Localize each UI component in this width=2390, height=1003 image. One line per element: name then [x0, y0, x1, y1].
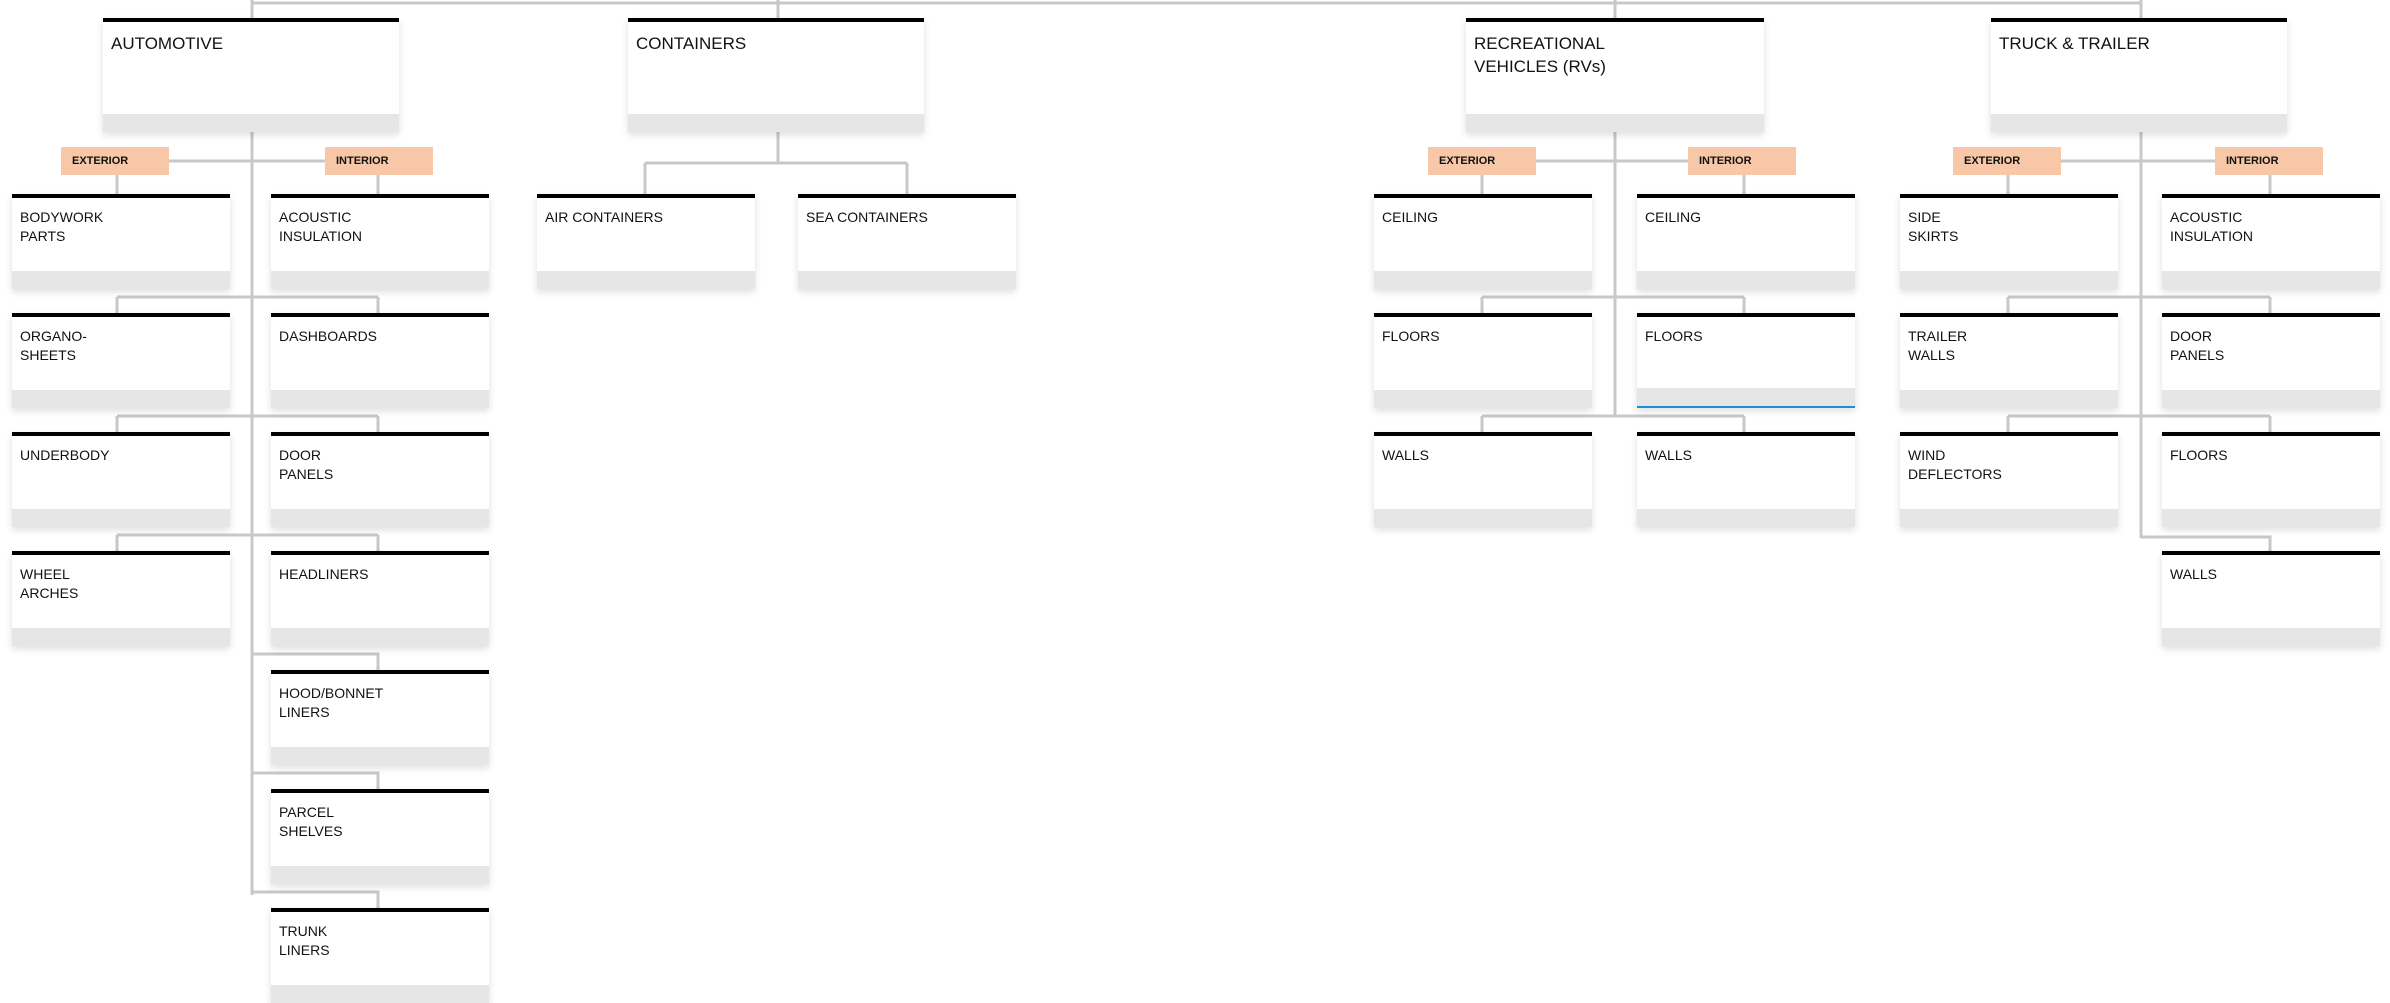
box-footer: [2162, 271, 2380, 289]
node-wind-deflectors[interactable]: WIND DEFLECTORS: [1900, 432, 2118, 527]
box-footer: [271, 985, 489, 1003]
node-rv-exterior-walls[interactable]: WALLS: [1374, 432, 1592, 527]
box-footer: [271, 271, 489, 289]
category-title: RECREATIONAL VEHICLES (RVs): [1474, 34, 1606, 76]
node-label: HOOD/BONNET LINERS: [279, 685, 384, 720]
interior-tag: INTERIOR: [325, 147, 433, 175]
node-label: WALLS: [1645, 447, 1692, 463]
box-footer: [12, 628, 230, 646]
box-footer: [271, 747, 489, 765]
box-footer: [628, 114, 924, 132]
box-footer: [271, 866, 489, 884]
box-footer: [1637, 388, 1855, 408]
node-organo-sheets[interactable]: ORGANO- SHEETS: [12, 313, 230, 408]
box-footer: [271, 509, 489, 527]
exterior-tag: EXTERIOR: [1953, 147, 2061, 175]
box-footer: [271, 390, 489, 408]
box-footer: [1991, 114, 2287, 132]
node-label: WALLS: [2170, 566, 2217, 582]
node-truck-acoustic-insulation[interactable]: ACOUSTIC INSULATION: [2162, 194, 2380, 289]
node-rv-interior-floors[interactable]: FLOORS: [1637, 313, 1855, 408]
node-truck-floors[interactable]: FLOORS: [2162, 432, 2380, 527]
node-label: DASHBOARDS: [279, 328, 378, 344]
node-label: ACOUSTIC INSULATION: [2170, 209, 2253, 244]
node-label: HEADLINERS: [279, 566, 369, 582]
box-footer: [537, 271, 755, 289]
box-footer: [12, 509, 230, 527]
box-footer: [1374, 509, 1592, 527]
node-label: FLOORS: [2170, 447, 2228, 463]
box-footer: [1374, 390, 1592, 408]
box-footer: [2162, 509, 2380, 527]
box-footer: [798, 271, 1016, 289]
category-title: TRUCK & TRAILER: [1999, 34, 2150, 53]
box-footer: [1900, 271, 2118, 289]
node-wheel-arches[interactable]: WHEEL ARCHES: [12, 551, 230, 646]
category-automotive[interactable]: AUTOMOTIVE: [103, 18, 399, 132]
node-trailer-walls[interactable]: TRAILER WALLS: [1900, 313, 2118, 408]
box-footer: [1637, 271, 1855, 289]
node-label: FLOORS: [1382, 328, 1440, 344]
exterior-tag: EXTERIOR: [61, 147, 169, 175]
node-label: TRUNK LINERS: [279, 923, 330, 958]
node-label: UNDERBODY: [20, 447, 110, 463]
node-label: CEILING: [1645, 209, 1702, 225]
interior-tag: INTERIOR: [1688, 147, 1796, 175]
category-recreational-vehicles[interactable]: RECREATIONAL VEHICLES (RVs): [1466, 18, 1764, 132]
node-acoustic-insulation[interactable]: ACOUSTIC INSULATION: [271, 194, 489, 289]
node-label: ORGANO- SHEETS: [20, 328, 87, 363]
node-rv-exterior-ceiling[interactable]: CEILING: [1374, 194, 1592, 289]
node-hood-bonnet-liners[interactable]: HOOD/BONNET LINERS: [271, 670, 489, 765]
node-label: PARCEL SHELVES: [279, 804, 343, 839]
box-footer: [1900, 509, 2118, 527]
interior-tag: INTERIOR: [2215, 147, 2323, 175]
node-label: AIR CONTAINERS: [545, 209, 663, 225]
box-footer: [271, 628, 489, 646]
node-label: WHEEL ARCHES: [20, 566, 79, 601]
box-footer: [12, 390, 230, 408]
node-truck-walls[interactable]: WALLS: [2162, 551, 2380, 646]
node-underbody[interactable]: UNDERBODY: [12, 432, 230, 527]
node-label: WIND DEFLECTORS: [1908, 447, 2002, 482]
box-footer: [1637, 509, 1855, 527]
node-label: ACOUSTIC INSULATION: [279, 209, 362, 244]
node-trunk-liners[interactable]: TRUNK LINERS: [271, 908, 489, 1003]
node-label: CEILING: [1382, 209, 1439, 225]
node-label: BODYWORK PARTS: [20, 209, 104, 244]
node-bodywork-parts[interactable]: BODYWORK PARTS: [12, 194, 230, 289]
node-side-skirts[interactable]: SIDE SKIRTS: [1900, 194, 2118, 289]
node-label: TRAILER WALLS: [1908, 328, 1968, 363]
node-parcel-shelves[interactable]: PARCEL SHELVES: [271, 789, 489, 884]
node-label: DOOR PANELS: [279, 447, 334, 482]
box-footer: [2162, 390, 2380, 408]
node-label: FLOORS: [1645, 328, 1703, 344]
node-headliners[interactable]: HEADLINERS: [271, 551, 489, 646]
box-footer: [1374, 271, 1592, 289]
box-footer: [1900, 390, 2118, 408]
node-label: SEA CONTAINERS: [806, 209, 928, 225]
category-title: AUTOMOTIVE: [111, 34, 224, 53]
node-rv-interior-walls[interactable]: WALLS: [1637, 432, 1855, 527]
box-footer: [2162, 628, 2380, 646]
node-rv-exterior-floors[interactable]: FLOORS: [1374, 313, 1592, 408]
box-footer: [1466, 114, 1764, 132]
category-containers[interactable]: CONTAINERS: [628, 18, 924, 132]
category-truck-trailer[interactable]: TRUCK & TRAILER: [1991, 18, 2287, 132]
node-air-containers[interactable]: AIR CONTAINERS: [537, 194, 755, 289]
node-label: WALLS: [1382, 447, 1429, 463]
node-truck-door-panels[interactable]: DOOR PANELS: [2162, 313, 2380, 408]
node-sea-containers[interactable]: SEA CONTAINERS: [798, 194, 1016, 289]
node-rv-interior-ceiling[interactable]: CEILING: [1637, 194, 1855, 289]
node-label: DOOR PANELS: [2170, 328, 2225, 363]
node-dashboards[interactable]: DASHBOARDS: [271, 313, 489, 408]
exterior-tag: EXTERIOR: [1428, 147, 1536, 175]
box-footer: [103, 114, 399, 132]
node-label: SIDE SKIRTS: [1908, 209, 1959, 244]
node-door-panels[interactable]: DOOR PANELS: [271, 432, 489, 527]
category-title: CONTAINERS: [636, 34, 747, 53]
box-footer: [12, 271, 230, 289]
